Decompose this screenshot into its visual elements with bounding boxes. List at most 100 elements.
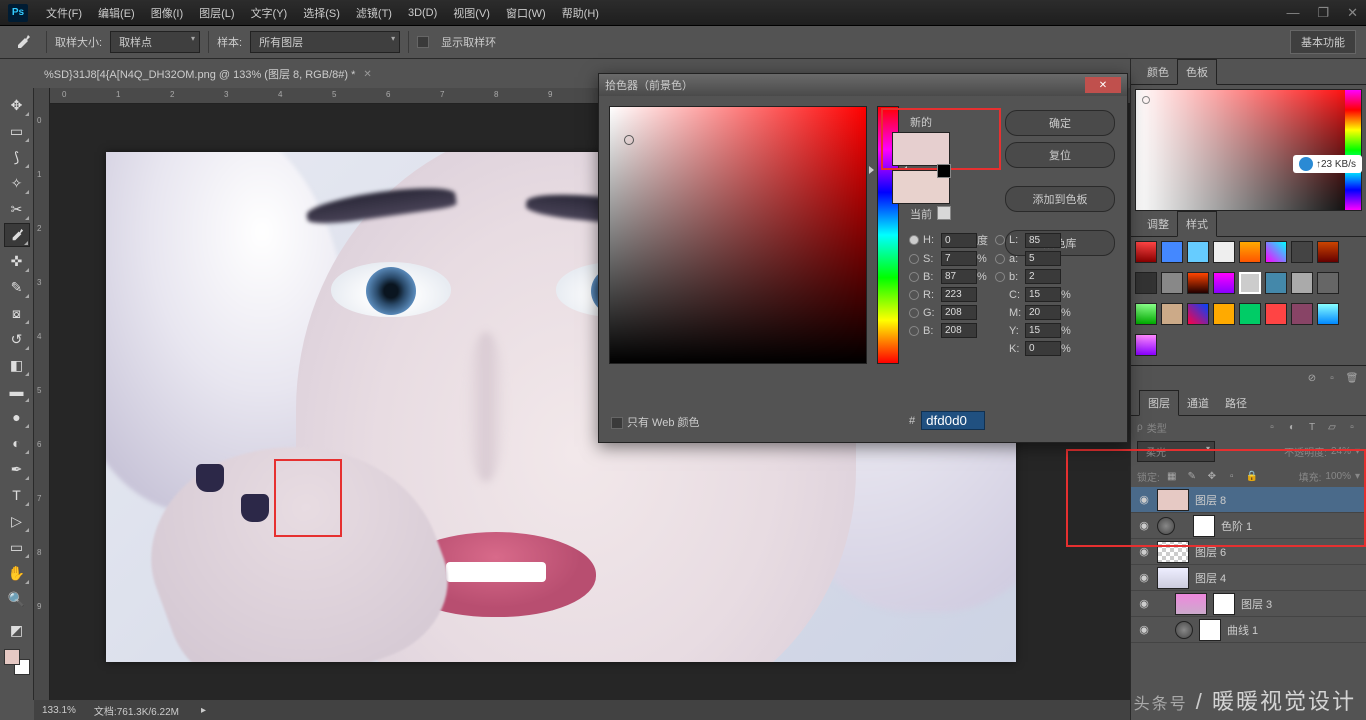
style-swatch[interactable] (1239, 272, 1261, 294)
style-swatch[interactable] (1239, 241, 1261, 263)
new-style-icon[interactable]: ▫ (1324, 370, 1340, 386)
eyedropper-tool[interactable] (4, 223, 30, 247)
crop-tool[interactable]: ✂ (4, 197, 30, 221)
style-swatch[interactable] (1135, 303, 1157, 325)
style-swatch[interactable] (1291, 303, 1313, 325)
style-swatch[interactable] (1213, 303, 1235, 325)
tab-paths[interactable]: 路径 (1217, 391, 1255, 415)
radio-r[interactable] (909, 290, 919, 300)
menu-layer[interactable]: 图层(L) (191, 5, 242, 21)
menu-edit[interactable]: 编辑(E) (90, 5, 143, 21)
menu-view[interactable]: 视图(V) (445, 5, 498, 21)
dialog-close-button[interactable]: ✕ (1085, 77, 1121, 93)
zoom-level[interactable]: 133.1% (42, 705, 76, 716)
visibility-icon[interactable]: ◉ (1137, 623, 1151, 636)
visibility-icon[interactable]: ◉ (1137, 597, 1151, 610)
type-tool[interactable]: T (4, 483, 30, 507)
sample-size-dropdown[interactable]: 取样点 (110, 31, 200, 53)
add-swatch-button[interactable]: 添加到色板 (1005, 186, 1115, 212)
menu-image[interactable]: 图像(I) (143, 5, 191, 21)
menu-select[interactable]: 选择(S) (295, 5, 348, 21)
value-l[interactable] (1025, 233, 1061, 248)
document-tab[interactable]: %SD}31J8[4{A[N4Q_DH32OM.png @ 133% (图层 8… (34, 62, 382, 86)
style-swatch[interactable] (1265, 241, 1287, 263)
web-colors-checkbox[interactable] (611, 417, 623, 429)
ok-button[interactable]: 确定 (1005, 110, 1115, 136)
style-swatch[interactable] (1187, 241, 1209, 263)
radio-b2[interactable] (995, 272, 1005, 282)
style-swatch[interactable] (1135, 241, 1157, 263)
menu-3d[interactable]: 3D(D) (400, 7, 445, 19)
value-m[interactable] (1025, 305, 1061, 320)
radio-g[interactable] (909, 308, 919, 318)
wand-tool[interactable]: ✧ (4, 171, 30, 195)
quick-mask[interactable]: ◩ (4, 618, 30, 642)
style-swatch[interactable] (1317, 272, 1339, 294)
style-swatch[interactable] (1213, 272, 1235, 294)
color-field[interactable] (609, 106, 867, 364)
value-a[interactable] (1025, 251, 1061, 266)
reset-button[interactable]: 复位 (1005, 142, 1115, 168)
blur-tool[interactable]: ● (4, 405, 30, 429)
hand-tool[interactable]: ✋ (4, 561, 30, 585)
tab-layers[interactable]: 图层 (1139, 390, 1179, 416)
move-tool[interactable]: ✥ (4, 93, 30, 117)
style-swatch[interactable] (1317, 241, 1339, 263)
style-swatch[interactable] (1317, 303, 1339, 325)
filter-smart-icon[interactable]: ▫ (1344, 419, 1360, 435)
value-y[interactable] (1025, 323, 1061, 338)
value-k[interactable] (1025, 341, 1061, 356)
style-swatch[interactable] (1161, 272, 1183, 294)
marquee-tool[interactable]: ▭ (4, 119, 30, 143)
radio-h[interactable] (909, 235, 919, 245)
value-h[interactable] (941, 233, 977, 248)
sample-layers-dropdown[interactable]: 所有图层 (250, 31, 400, 53)
history-brush-tool[interactable]: ↺ (4, 327, 30, 351)
brush-tool[interactable]: ✎ (4, 275, 30, 299)
value-b[interactable] (941, 269, 977, 284)
radio-s[interactable] (909, 254, 919, 264)
style-swatch[interactable] (1135, 334, 1157, 356)
menu-help[interactable]: 帮助(H) (554, 5, 607, 21)
fg-bg-swatch[interactable] (4, 649, 30, 675)
visibility-icon[interactable]: ◉ (1137, 571, 1151, 584)
menu-window[interactable]: 窗口(W) (498, 5, 554, 21)
show-ring-checkbox[interactable] (417, 36, 429, 48)
hex-input[interactable] (921, 411, 985, 430)
filter-shape-icon[interactable]: ▱ (1324, 419, 1340, 435)
layer-row[interactable]: ◉图层 4 (1131, 565, 1366, 591)
close-tab-icon[interactable]: ✕ (363, 69, 371, 80)
menu-type[interactable]: 文字(Y) (243, 5, 296, 21)
shape-tool[interactable]: ▭ (4, 535, 30, 559)
style-swatch[interactable] (1265, 272, 1287, 294)
tab-color[interactable]: 颜色 (1139, 60, 1177, 84)
style-swatch[interactable] (1265, 303, 1287, 325)
style-swatch[interactable] (1161, 303, 1183, 325)
style-swatch[interactable] (1239, 303, 1261, 325)
menu-file[interactable]: 文件(F) (38, 5, 90, 21)
layer-row[interactable]: ◉图层 3 (1131, 591, 1366, 617)
current-tool-eyedropper-icon[interactable] (8, 30, 38, 54)
workspace-switcher[interactable]: 基本功能 (1290, 30, 1356, 54)
filter-adjust-icon[interactable]: ◐ (1284, 419, 1300, 435)
value-g[interactable] (941, 305, 977, 320)
window-close[interactable]: ✕ (1347, 5, 1358, 21)
style-swatch[interactable] (1135, 272, 1157, 294)
value-b2[interactable] (1025, 269, 1061, 284)
dialog-titlebar[interactable]: 拾色器（前景色） ✕ (599, 74, 1127, 96)
mini-color-picker[interactable] (1135, 89, 1362, 211)
style-swatch[interactable] (1213, 241, 1235, 263)
value-bb[interactable] (941, 323, 977, 338)
style-swatch[interactable] (1291, 272, 1313, 294)
style-swatch[interactable] (1187, 272, 1209, 294)
style-swatch[interactable] (1161, 241, 1183, 263)
dodge-tool[interactable]: ◐ (4, 431, 30, 455)
window-minimize[interactable]: — (1286, 5, 1299, 20)
eraser-tool[interactable]: ◧ (4, 353, 30, 377)
gradient-tool[interactable]: ▬ (4, 379, 30, 403)
tab-adjust[interactable]: 调整 (1139, 212, 1177, 236)
filter-pixel-icon[interactable]: ▫ (1264, 419, 1280, 435)
clear-style-icon[interactable]: ⊘ (1304, 370, 1320, 386)
tab-channels[interactable]: 通道 (1179, 391, 1217, 415)
menu-filter[interactable]: 滤镜(T) (348, 5, 400, 21)
